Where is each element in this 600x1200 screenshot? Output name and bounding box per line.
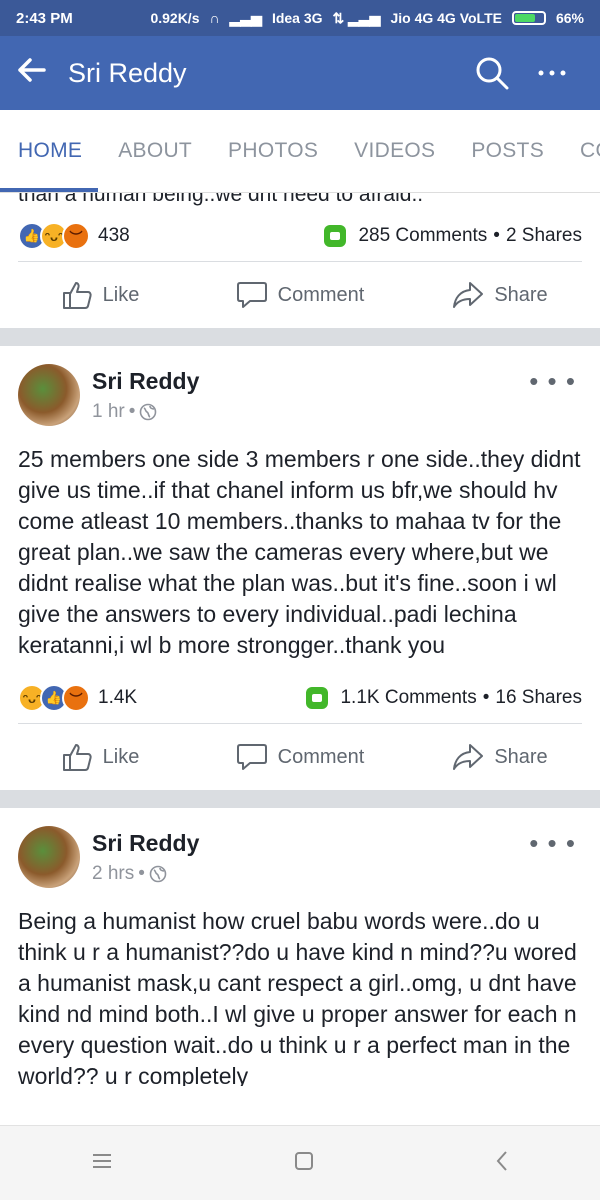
tab-community[interactable]: COM bbox=[580, 139, 600, 163]
post-separator bbox=[0, 328, 600, 346]
back-icon[interactable] bbox=[495, 1150, 509, 1177]
post-time[interactable]: 2 hrs bbox=[92, 863, 134, 885]
post-header: Sri Reddy 1 hr • • • • bbox=[0, 346, 600, 436]
post-text: 25 members one side 3 members r one side… bbox=[18, 446, 581, 658]
tab-videos[interactable]: VIDEOS bbox=[354, 139, 435, 163]
status-bar: 2:43 PM 0.92K/s ∩ ▂▃▅ Idea 3G ⇅ ▂▃▅ Jio … bbox=[0, 0, 600, 36]
separator-dot: • bbox=[138, 862, 145, 884]
separator-dot: • bbox=[128, 400, 136, 422]
previous-post-text: than a human being..we dnt need to afrai… bbox=[18, 193, 424, 206]
thumbs-up-icon bbox=[62, 282, 92, 309]
carrier-1: Idea 3G bbox=[271, 10, 323, 26]
comment-icon bbox=[236, 744, 267, 770]
comment-icon bbox=[236, 282, 267, 308]
reaction-icons[interactable]: ᵔᴗᵔ 👍 ︶ bbox=[18, 684, 90, 712]
battery-icon bbox=[511, 11, 546, 25]
tab-about[interactable]: ABOUT bbox=[118, 139, 192, 163]
share-icon bbox=[453, 282, 484, 308]
post-meta: 1 hr • bbox=[92, 401, 199, 423]
reaction-count[interactable]: 438 bbox=[98, 225, 130, 247]
post-text: Being a humanist how cruel babu words we… bbox=[18, 908, 577, 1086]
back-arrow-icon[interactable] bbox=[18, 56, 68, 90]
thumbs-up-icon bbox=[62, 744, 92, 771]
tab-home[interactable]: HOME bbox=[18, 139, 82, 163]
battery-fill bbox=[514, 14, 535, 22]
active-tab-indicator bbox=[0, 188, 98, 192]
post-author[interactable]: Sri Reddy bbox=[92, 830, 199, 857]
share-label: Share bbox=[494, 745, 548, 768]
network-speed: 0.92K/s bbox=[150, 10, 200, 26]
share-label: Share bbox=[494, 283, 548, 306]
previous-post-actions: Like Comment Share bbox=[0, 262, 600, 328]
avatar[interactable] bbox=[18, 364, 80, 426]
previous-post-cut-text: than a human being..we dnt need to afrai… bbox=[0, 193, 600, 211]
post-more-icon[interactable]: • • • bbox=[529, 828, 576, 859]
signal-icon-2: ⇅ ▂▃▅ bbox=[332, 9, 381, 26]
like-button[interactable]: Like bbox=[0, 279, 200, 311]
avatar[interactable] bbox=[18, 826, 80, 888]
signal-icon: ▂▃▅ bbox=[229, 9, 262, 26]
comment-count[interactable]: 1.1K Comments bbox=[340, 687, 476, 709]
home-icon[interactable] bbox=[294, 1151, 314, 1176]
post-time[interactable]: 1 hr bbox=[92, 401, 125, 423]
comment-count-icon bbox=[306, 687, 329, 709]
like-label: Like bbox=[102, 283, 140, 306]
carrier-2: Jio 4G 4G VoLTE bbox=[390, 10, 502, 26]
app-bar: Sri Reddy bbox=[0, 36, 600, 110]
reaction-count[interactable]: 1.4K bbox=[98, 687, 137, 709]
comment-button[interactable]: Comment bbox=[200, 742, 400, 772]
like-button[interactable]: Like bbox=[0, 741, 200, 773]
comment-count-icon bbox=[324, 225, 347, 247]
page-title: Sri Reddy bbox=[68, 57, 187, 88]
share-button[interactable]: Share bbox=[400, 280, 600, 310]
profile-tabs: HOME ABOUT PHOTOS VIDEOS POSTS COM bbox=[0, 110, 600, 193]
reaction-icons[interactable]: 👍 ᵔᴗᵔ ︶ bbox=[18, 222, 90, 250]
previous-post-reactions: 👍 ᵔᴗᵔ ︶ 438 285 Comments • 2 Shares bbox=[0, 211, 600, 261]
status-time: 2:43 PM bbox=[16, 9, 73, 27]
more-icon[interactable] bbox=[522, 69, 582, 77]
share-count[interactable]: 16 Shares bbox=[495, 687, 582, 709]
share-button[interactable]: Share bbox=[400, 742, 600, 772]
globe-icon bbox=[140, 403, 157, 420]
globe-icon bbox=[149, 865, 167, 882]
post-more-icon[interactable]: • • • bbox=[529, 366, 576, 397]
post-author[interactable]: Sri Reddy bbox=[92, 368, 199, 395]
share-count[interactable]: 2 Shares bbox=[506, 225, 582, 247]
share-icon bbox=[453, 744, 484, 770]
angry-reaction-icon: ︶ bbox=[62, 684, 90, 712]
system-nav-bar bbox=[0, 1125, 600, 1200]
post-actions: Like Comment Share bbox=[0, 724, 600, 790]
post-meta: 2 hrs • bbox=[92, 863, 199, 885]
angry-reaction-icon: ︶ bbox=[62, 222, 90, 250]
headphones-icon: ∩ bbox=[209, 10, 220, 26]
like-label: Like bbox=[102, 745, 140, 768]
comment-label: Comment bbox=[277, 283, 365, 306]
battery-percent: 66% bbox=[555, 10, 584, 26]
separator-dot: • bbox=[482, 687, 490, 708]
menu-icon[interactable] bbox=[91, 1152, 113, 1175]
separator-dot: • bbox=[493, 225, 500, 246]
post-separator bbox=[0, 790, 600, 808]
comment-count[interactable]: 285 Comments bbox=[358, 225, 487, 247]
search-icon[interactable] bbox=[462, 55, 522, 91]
comment-label: Comment bbox=[277, 745, 365, 768]
tab-posts[interactable]: POSTS bbox=[471, 139, 544, 163]
post-reactions: ᵔᴗᵔ 👍 ︶ 1.4K 1.1K Comments • 16 Shares bbox=[0, 673, 600, 723]
post-header: Sri Reddy 2 hrs • • • • bbox=[0, 808, 600, 898]
tab-photos[interactable]: PHOTOS bbox=[228, 139, 318, 163]
comment-button[interactable]: Comment bbox=[200, 280, 400, 310]
